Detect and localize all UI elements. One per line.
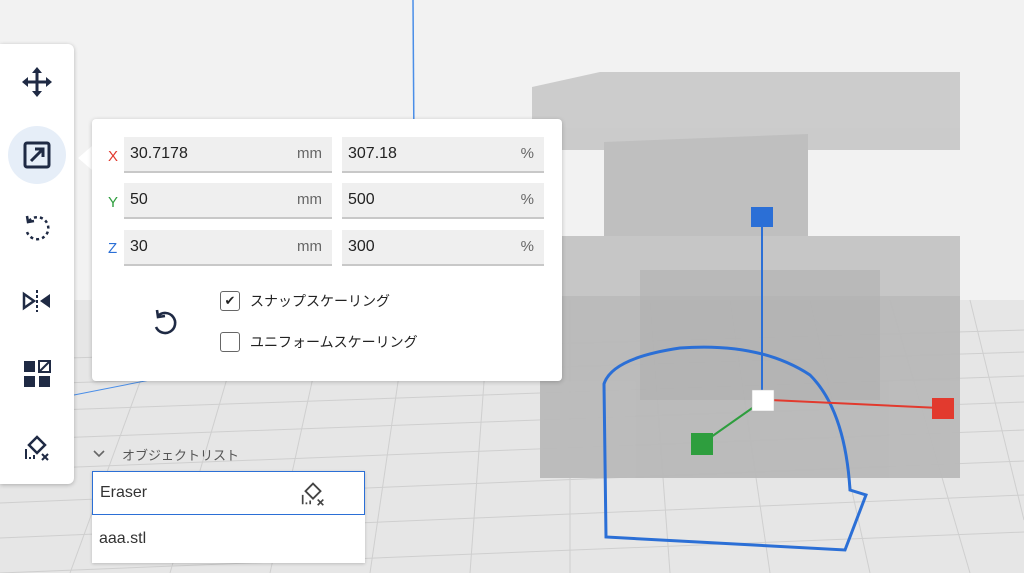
object-name: aaa.stl [99, 530, 147, 547]
per-model-settings-tool[interactable] [8, 345, 66, 403]
z-percent-field[interactable]: % [342, 230, 544, 266]
x-percent-input[interactable] [348, 137, 488, 171]
eraser-icon [25, 435, 49, 461]
uniform-scaling-checkbox[interactable] [220, 332, 240, 352]
y-mm-field[interactable]: mm [124, 183, 332, 219]
uniform-scale-handle[interactable] [751, 389, 775, 412]
y-axis-label: Y [108, 194, 119, 211]
z-mm-unit: mm [297, 238, 322, 255]
x-percent-unit: % [520, 145, 534, 162]
y-mm-unit: mm [297, 191, 322, 208]
x-percent-field[interactable]: % [342, 137, 544, 173]
z-percent-unit: % [520, 238, 534, 255]
uniform-scaling-label: ユニフォームスケーリング [250, 335, 418, 351]
object-name: Eraser [100, 484, 148, 501]
y-percent-unit: % [520, 191, 534, 208]
rotate-tool[interactable] [8, 199, 66, 257]
object-list-title: オブジェクトリスト [122, 448, 240, 464]
z-percent-input[interactable] [348, 230, 488, 264]
uniform-scaling-option[interactable]: ユニフォームスケーリング [220, 330, 418, 354]
model-aaa-stl[interactable] [532, 72, 960, 478]
x-axis-label: X [108, 148, 119, 165]
y-percent-input[interactable] [348, 183, 488, 217]
snap-scaling-checkbox[interactable]: ✔ [220, 291, 240, 311]
y-mm-input[interactable] [130, 183, 270, 217]
x-mm-field[interactable]: mm [124, 137, 332, 173]
rotate-icon [25, 215, 50, 241]
scale-tool[interactable] [8, 126, 66, 184]
snap-scaling-label: スナップスケーリング [250, 294, 390, 310]
object-list: Eraser aaa.stl [92, 471, 365, 563]
left-toolbar [0, 44, 74, 484]
z-axis-label: Z [108, 240, 118, 257]
scale-icon [23, 141, 51, 169]
list-item-aaa-stl[interactable]: aaa.stl [92, 517, 365, 561]
z-mm-input[interactable] [130, 230, 270, 264]
y-scale-handle[interactable] [691, 433, 713, 455]
object-list-header[interactable]: オブジェクトリスト [92, 443, 239, 465]
move-tool[interactable] [8, 53, 66, 111]
per-model-settings-icon [24, 360, 51, 387]
reset-scale-button[interactable] [148, 307, 182, 341]
snap-scaling-option[interactable]: ✔ スナップスケーリング [220, 289, 390, 313]
y-percent-field[interactable]: % [342, 183, 544, 219]
x-mm-unit: mm [297, 145, 322, 162]
reset-icon [154, 309, 177, 335]
z-mm-field[interactable]: mm [124, 230, 332, 266]
support-blocker-tool[interactable] [8, 418, 66, 476]
z-scale-handle[interactable] [751, 207, 773, 227]
mirror-tool[interactable] [8, 272, 66, 330]
eraser-icon [301, 482, 324, 506]
x-scale-handle[interactable] [932, 398, 954, 419]
x-mm-input[interactable] [130, 137, 270, 171]
mirror-icon [22, 290, 50, 312]
move-arrows-icon [22, 67, 52, 97]
chevron-down-icon [93, 450, 105, 458]
panel-pointer [78, 146, 92, 170]
scale-panel: X mm % Y mm % Z mm % ✔ スナップスケーリング ユニ [92, 119, 562, 381]
list-item-eraser[interactable]: Eraser [92, 471, 365, 515]
